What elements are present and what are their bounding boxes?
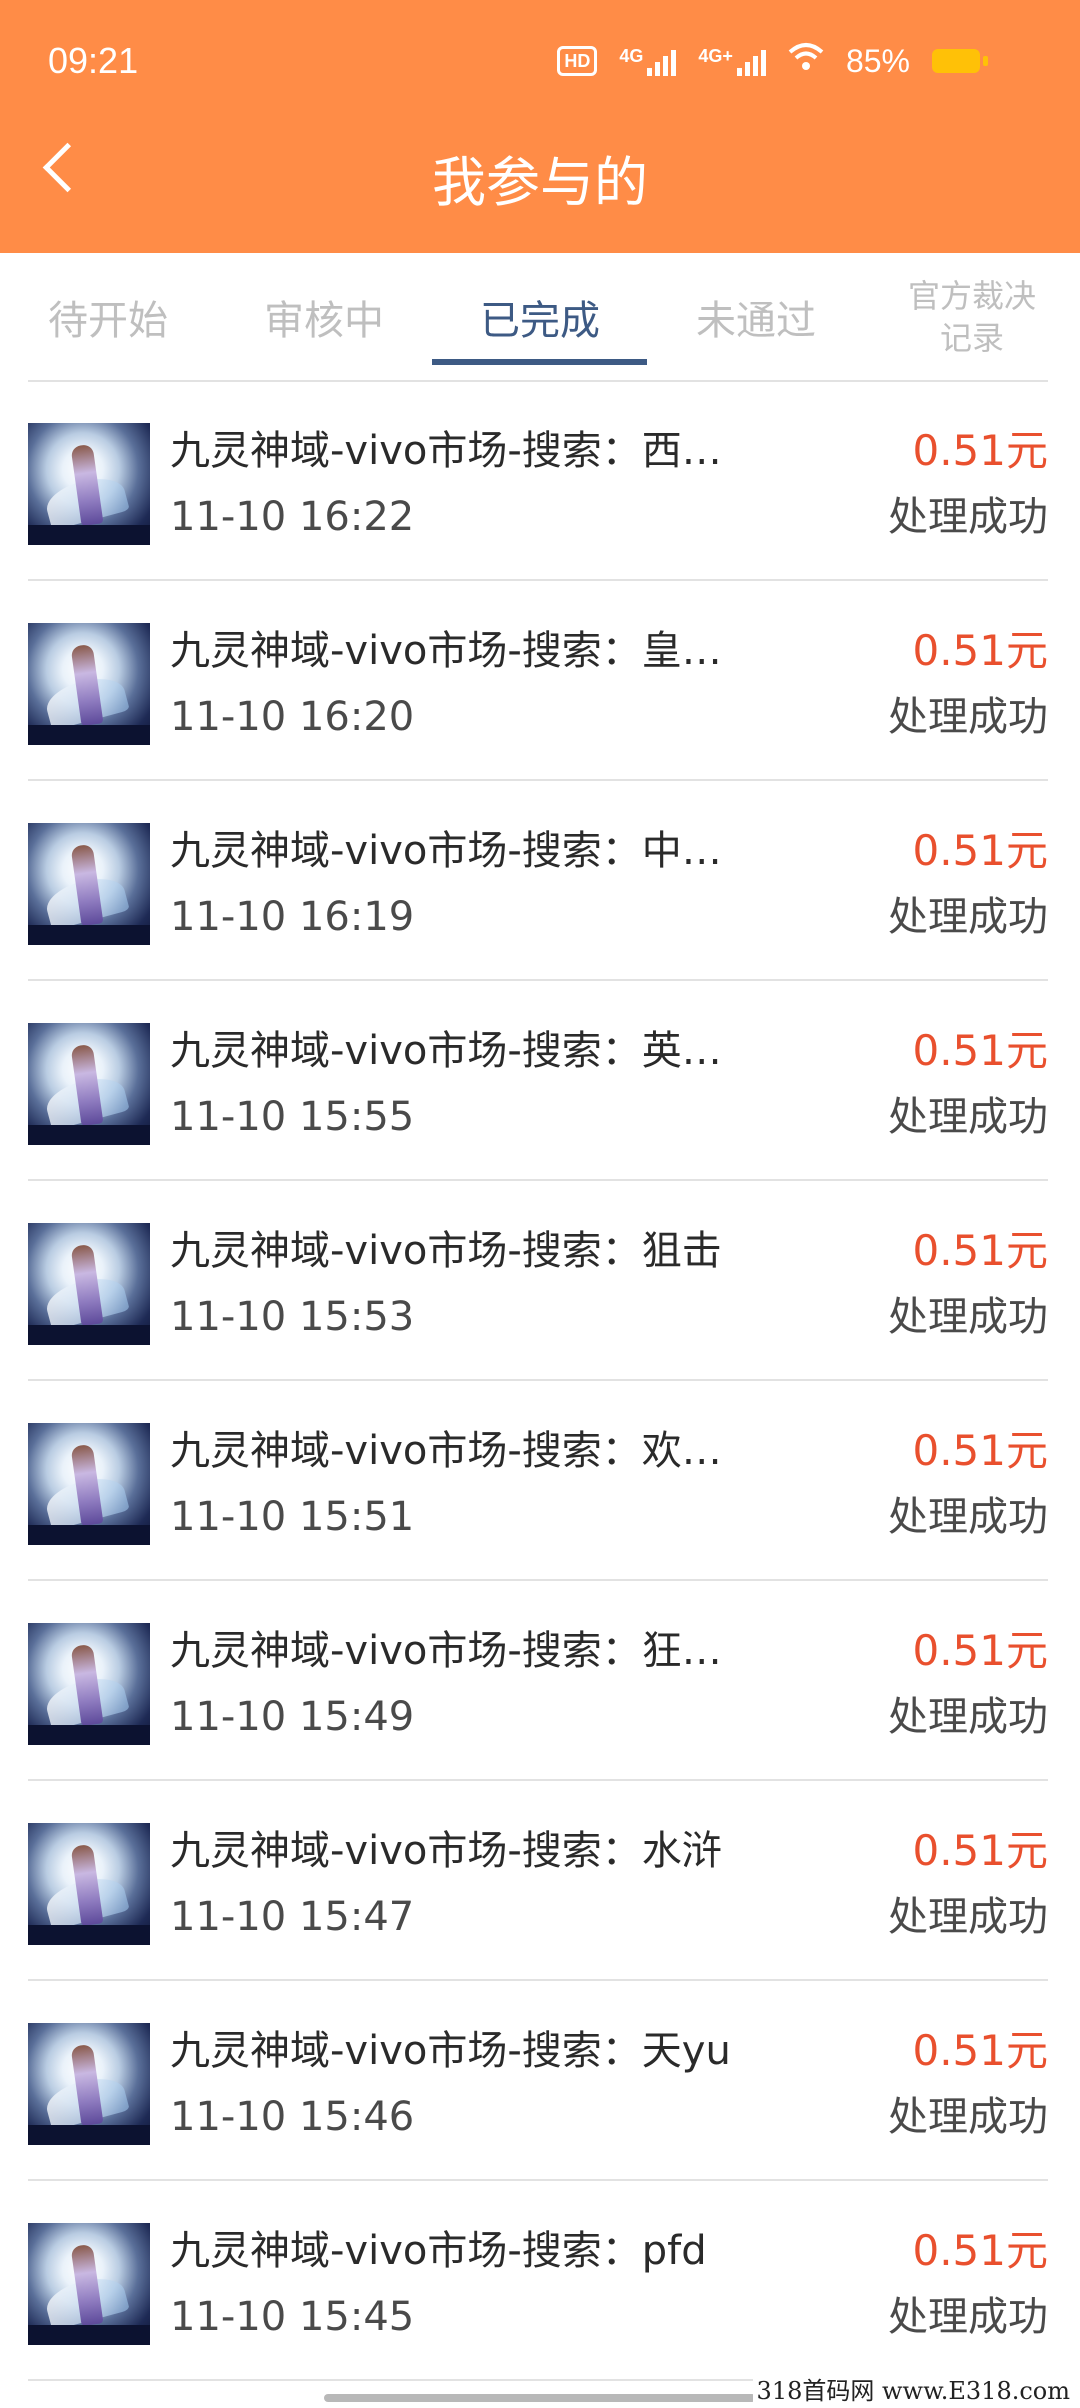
game-thumbnail [28, 1823, 150, 1945]
item-status: 处理成功 [888, 1694, 1048, 1740]
item-title: 九灵神域-vivo市场-搜索：天yu [170, 2028, 731, 2074]
item-status: 处理成功 [888, 1894, 1048, 1940]
item-amount: 0.51元 [912, 2026, 1048, 2075]
list-item[interactable]: 九灵神域-vivo市场-搜索：中… 11-10 16:19 0.51元 处理成功 [28, 781, 1048, 981]
list-item[interactable]: 九灵神域-vivo市场-搜索：狂… 11-10 15:49 0.51元 处理成功 [28, 1581, 1048, 1781]
list-item[interactable]: 九灵神域-vivo市场-搜索：欢… 11-10 15:51 0.51元 处理成功 [28, 1381, 1048, 1581]
item-title: 九灵神域-vivo市场-搜索：中… [170, 828, 722, 874]
item-amount: 0.51元 [912, 1026, 1048, 1075]
game-thumbnail [28, 1223, 150, 1345]
item-title: 九灵神域-vivo市场-搜索：欢… [170, 1428, 722, 1474]
item-time: 11-10 15:46 [170, 2094, 415, 2140]
item-amount: 0.51元 [912, 826, 1048, 875]
item-amount: 0.51元 [912, 2226, 1048, 2275]
app-header: 09:21 HD 4G 4G+ 85% 我参与的 [0, 0, 1080, 253]
item-status: 处理成功 [888, 694, 1048, 740]
item-status: 处理成功 [888, 2094, 1048, 2140]
item-time: 11-10 16:20 [170, 694, 415, 740]
game-thumbnail [28, 2223, 150, 2345]
list-item[interactable]: 九灵神域-vivo市场-搜索：英… 11-10 15:55 0.51元 处理成功 [28, 981, 1048, 1181]
tab-official-ruling-line2: 记录 [939, 319, 1004, 357]
list-item[interactable]: 九灵神域-vivo市场-搜索：pfd 11-10 15:45 0.51元 处理成… [28, 2181, 1048, 2381]
item-status: 处理成功 [888, 2294, 1048, 2340]
wifi-icon [788, 42, 824, 80]
game-thumbnail [28, 823, 150, 945]
item-time: 11-10 15:45 [170, 2294, 415, 2340]
item-status: 处理成功 [888, 494, 1048, 540]
item-amount: 0.51元 [912, 1426, 1048, 1475]
item-amount: 0.51元 [912, 1826, 1048, 1875]
active-tab-indicator [432, 359, 647, 365]
tab-official-ruling[interactable]: 官方裁决 记录 [864, 253, 1080, 381]
tab-reviewing[interactable]: 审核中 [216, 253, 432, 381]
item-time: 11-10 16:19 [170, 894, 415, 940]
tab-pending[interactable]: 待开始 [0, 253, 216, 381]
home-indicator[interactable] [324, 2394, 756, 2402]
game-thumbnail [28, 2023, 150, 2145]
item-status: 处理成功 [888, 894, 1048, 940]
signal-4gplus-icon: 4G+ [698, 46, 766, 76]
list-item[interactable]: 九灵神域-vivo市场-搜索：天yu 11-10 15:46 0.51元 处理成… [28, 1981, 1048, 2181]
item-title: 九灵神域-vivo市场-搜索：英… [170, 1028, 722, 1074]
item-time: 11-10 15:49 [170, 1694, 415, 1740]
game-thumbnail [28, 1423, 150, 1545]
game-thumbnail [28, 423, 150, 545]
item-time: 11-10 15:51 [170, 1494, 415, 1540]
item-title: 九灵神域-vivo市场-搜索：西… [170, 428, 722, 474]
item-title: 九灵神域-vivo市场-搜索：皇… [170, 628, 722, 674]
item-amount: 0.51元 [912, 426, 1048, 475]
tab-rejected[interactable]: 未通过 [648, 253, 864, 381]
tab-official-ruling-line1: 官方裁决 [907, 277, 1036, 315]
item-title: 九灵神域-vivo市场-搜索：pfd [170, 2228, 707, 2274]
item-title: 九灵神域-vivo市场-搜索：狙击 [170, 1228, 722, 1274]
hd-icon: HD [557, 46, 598, 76]
battery-icon [932, 49, 988, 73]
list-item[interactable]: 九灵神域-vivo市场-搜索：西… 11-10 16:22 0.51元 处理成功 [28, 381, 1048, 581]
item-amount: 0.51元 [912, 626, 1048, 675]
list-item[interactable]: 九灵神域-vivo市场-搜索：皇… 11-10 16:20 0.51元 处理成功 [28, 581, 1048, 781]
tab-bar: 待开始 审核中 已完成 未通过 官方裁决 记录 [0, 253, 1080, 382]
watermark: 318首码网 www.E318.com [752, 2371, 1074, 2406]
game-thumbnail [28, 1023, 150, 1145]
item-time: 11-10 15:53 [170, 1294, 415, 1340]
item-status: 处理成功 [888, 1294, 1048, 1340]
item-time: 11-10 16:22 [170, 494, 415, 540]
item-time: 11-10 15:47 [170, 1894, 415, 1940]
signal-4g-icon: 4G [619, 46, 677, 76]
list-item[interactable]: 九灵神域-vivo市场-搜索：狙击 11-10 15:53 0.51元 处理成功 [28, 1181, 1048, 1381]
item-amount: 0.51元 [912, 1226, 1048, 1275]
item-title: 九灵神域-vivo市场-搜索：狂… [170, 1628, 722, 1674]
page-title: 我参与的 [432, 151, 648, 214]
item-time: 11-10 15:55 [170, 1094, 415, 1140]
game-thumbnail [28, 1623, 150, 1745]
list-item[interactable]: 九灵神域-vivo市场-搜索：水浒 11-10 15:47 0.51元 处理成功 [28, 1781, 1048, 1981]
status-time: 09:21 [48, 40, 139, 81]
item-title: 九灵神域-vivo市场-搜索：水浒 [170, 1828, 722, 1874]
battery-percent: 85% [845, 42, 910, 79]
game-thumbnail [28, 623, 150, 745]
item-amount: 0.51元 [912, 1626, 1048, 1675]
item-status: 处理成功 [888, 1094, 1048, 1140]
item-status: 处理成功 [888, 1494, 1048, 1540]
status-icons: HD 4G 4G+ 85% [557, 42, 988, 80]
